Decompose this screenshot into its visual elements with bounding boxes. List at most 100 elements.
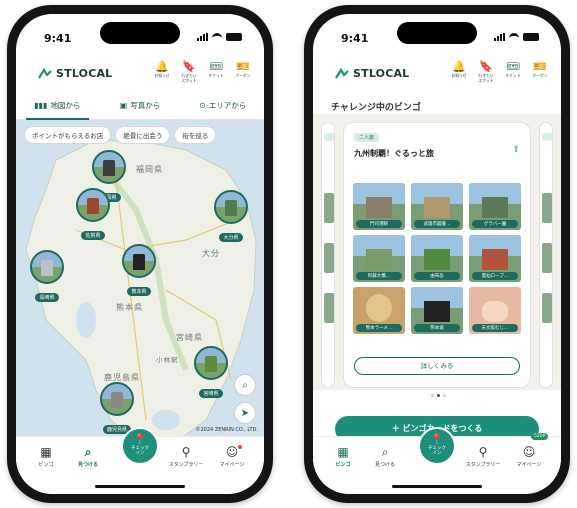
pin-photo xyxy=(100,382,134,416)
nav-bingo[interactable]: ▦ ビンゴ xyxy=(323,445,363,468)
coupons-button[interactable]: 🎫 クーポン xyxy=(232,60,254,83)
bingo-cell-label: 天文館むじ… xyxy=(472,324,518,332)
pin-photo xyxy=(30,250,64,284)
saved-spots-button[interactable]: 🔖 行きたい スポット xyxy=(178,60,200,83)
nav-stamp-rally[interactable]: ⚲ スタンプラリー xyxy=(166,445,206,468)
bingo-carousel[interactable]: 二人旅 九州制覇！ぐるっと旅 ⇪ 門司港駅 武雄市図書… グラバー園 阿蘇大橋…… xyxy=(313,114,561,390)
filter-chips: ポイントがもらえるお店 絶景に出会う 街を巡る xyxy=(24,126,217,144)
chip-points-shops[interactable]: ポイントがもらえるお店 xyxy=(24,126,112,144)
pin-label: 熊本県 xyxy=(127,287,151,296)
chip-city[interactable]: 街を巡る xyxy=(174,126,217,144)
header-icons: 🔔 お知らせ 🔖 行きたい スポット 🎟 チケット 🎫 クーポン xyxy=(151,60,254,83)
chip-scenery[interactable]: 絶景に出会う xyxy=(115,126,171,144)
map-pin-kagoshima[interactable]: 鹿児島県 xyxy=(100,382,134,435)
bottom-nav: ▦ ビンゴ ⌕ 見つける 📍 チェック イン ⚲ スタンプラリー ☺ マイページ xyxy=(16,427,264,494)
map-view[interactable]: 福岡県 大分 宮崎県 熊本県 鹿児島県 小林駅 ポイントがもらえるお店 絶景に出… xyxy=(16,120,264,436)
card-thumbnail xyxy=(324,293,334,323)
navigation-arrow-icon: ➤ xyxy=(240,407,250,419)
tab-map[interactable]: ▮▮▮ 地図から xyxy=(16,92,99,120)
target-icon: ⊙ xyxy=(199,101,206,110)
carousel-dot-active xyxy=(437,394,440,397)
stamp-icon: ⚲ xyxy=(181,445,191,459)
checkin-label: チェック イン xyxy=(131,446,149,456)
map-search-button[interactable]: ⌕ xyxy=(234,374,256,396)
map-pin-saga[interactable]: 佐賀県 xyxy=(76,188,110,241)
bingo-cell[interactable]: 熊本ラーメ… xyxy=(353,287,405,334)
bookmark-icon: 🔖 xyxy=(479,60,493,73)
ticket-icon: 🎟 xyxy=(506,60,520,73)
pin-photo xyxy=(214,190,248,224)
status-bar: 9:41 xyxy=(313,14,561,54)
bingo-cell[interactable]: 武雄市図書… xyxy=(411,183,463,230)
card-title: 九州制覇！ぐるっと旅 xyxy=(354,149,434,158)
nav-mypage-label: マイページ xyxy=(219,462,245,468)
signal-icon xyxy=(197,33,208,41)
card-tag xyxy=(324,133,334,141)
bingo-cell[interactable]: 阿蘇大橋… xyxy=(353,235,405,282)
home-indicator xyxy=(392,485,482,488)
nav-discover[interactable]: ⌕ 見つける xyxy=(68,445,108,468)
bingo-cell[interactable]: 由布岳 xyxy=(411,235,463,282)
pin-photo xyxy=(122,244,156,278)
checkin-button[interactable]: 📍 チェック イン xyxy=(418,427,456,465)
share-icon[interactable]: ⇪ xyxy=(512,145,520,155)
tab-photo[interactable]: ▣ 写真から xyxy=(99,92,182,119)
tickets-button[interactable]: 🎟 チケット xyxy=(205,60,227,83)
bingo-cell[interactable]: 天文館むじ… xyxy=(469,287,521,334)
coupon-icon: 🎫 xyxy=(236,60,250,73)
carousel-dot xyxy=(443,394,446,397)
carousel-dot xyxy=(431,394,434,397)
bingo-cell-label: 門司港駅 xyxy=(356,220,402,228)
bingo-cell[interactable]: グラバー園 xyxy=(469,183,521,230)
bingo-cell[interactable]: 雲仙ロープ… xyxy=(469,235,521,282)
checkin-button[interactable]: 📍 チェック イン xyxy=(121,427,159,465)
status-icons xyxy=(197,33,242,41)
bingo-cell[interactable]: 門司港駅 xyxy=(353,183,405,230)
map-copyright: ©2024 ZENRIN CO., LTD. xyxy=(195,427,259,433)
carousel-dots xyxy=(431,394,446,397)
nav-stamp-rally-label: スタンプラリー xyxy=(465,462,501,468)
nav-bingo[interactable]: ▦ ビンゴ xyxy=(26,445,66,468)
map-pin-nagasaki[interactable]: 長崎県 xyxy=(30,250,64,303)
tab-photo-label: 写真から xyxy=(130,101,161,110)
wifi-icon xyxy=(509,33,519,41)
saved-spots-button[interactable]: 🔖 行きたい スポット xyxy=(475,60,497,83)
bingo-card-prev[interactable] xyxy=(321,122,335,388)
details-button[interactable]: 詳しくみる xyxy=(354,357,520,375)
tickets-label: チケット xyxy=(208,73,224,78)
map-label-kumamoto: 熊本県 xyxy=(116,303,143,312)
bell-icon: 🔔 xyxy=(452,60,466,73)
brand-name: STLOCAL xyxy=(56,67,113,80)
map-pin-kumamoto[interactable]: 熊本県 xyxy=(122,244,156,297)
pin-label: 大分県 xyxy=(219,233,243,242)
notifications-button[interactable]: 🔔 お知らせ xyxy=(151,60,173,83)
search-mode-tabs: ▮▮▮ 地図から ▣ 写真から ⊙ エリアから xyxy=(16,92,264,120)
nav-discover[interactable]: ⌕ 見つける xyxy=(365,445,405,468)
dynamic-island xyxy=(397,22,477,44)
coupons-button[interactable]: 🎫 クーポン xyxy=(529,60,551,83)
coupon-icon: 🎫 xyxy=(533,60,547,73)
search-icon: ⌕ xyxy=(242,379,248,391)
notifications-button[interactable]: 🔔 お知らせ xyxy=(448,60,470,83)
bingo-card[interactable]: 二人旅 九州制覇！ぐるっと旅 ⇪ 門司港駅 武雄市図書… グラバー園 阿蘇大橋…… xyxy=(343,122,531,388)
nav-mypage-label: マイページ xyxy=(516,462,542,468)
saved-spots-label: 行きたい スポット xyxy=(181,73,197,83)
bingo-cell[interactable]: 熊本城 xyxy=(411,287,463,334)
notifications-label: お知らせ xyxy=(154,73,170,78)
nav-mypage[interactable]: ☺ マイページ xyxy=(212,445,252,468)
bingo-cell-label: 熊本城 xyxy=(414,324,460,332)
nav-stamp-rally[interactable]: ⚲ スタンプラリー xyxy=(463,445,503,468)
map-label-oita: 大分 xyxy=(202,249,220,258)
tickets-button[interactable]: 🎟 チケット xyxy=(502,60,524,83)
current-location-button[interactable]: ➤ xyxy=(234,402,256,424)
bingo-cell-label: 武雄市図書… xyxy=(414,220,460,228)
map-pin-oita[interactable]: 大分県 xyxy=(214,190,248,243)
notifications-label: お知らせ xyxy=(451,73,467,78)
bingo-cell-label: 由布岳 xyxy=(414,272,460,280)
pin-label: 佐賀県 xyxy=(81,231,105,240)
map-label-kobayashi: 小林駅 xyxy=(156,356,179,364)
map-pin-miyazaki[interactable]: 宮崎県 xyxy=(194,346,228,399)
nav-mypage[interactable]: ☺ マイページ xyxy=(509,445,549,468)
tab-area[interactable]: ⊙ エリアから xyxy=(181,92,264,119)
bingo-card-next[interactable] xyxy=(539,122,553,388)
